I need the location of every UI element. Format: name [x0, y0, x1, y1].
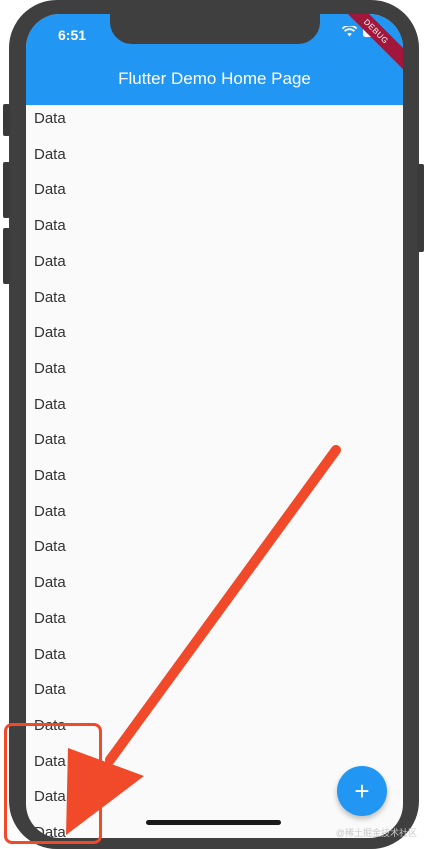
list-item: Data — [34, 217, 66, 235]
add-fab-button[interactable]: + — [337, 766, 387, 816]
list-item: Data — [34, 645, 66, 663]
list-item: Data — [34, 574, 66, 592]
app-bar: 6:51 Flutter Demo Home Page DEBUG — [26, 14, 403, 105]
list-item: Data — [34, 252, 66, 270]
list-item: Data — [34, 538, 66, 556]
watermark: @稀土掘金技术社区 — [335, 828, 417, 838]
list-item: Data — [34, 145, 66, 163]
list-item: Data — [34, 502, 66, 520]
list-item: Data — [34, 431, 66, 449]
list-item: Data — [34, 110, 66, 127]
page-title: Flutter Demo Home Page — [118, 69, 311, 88]
list-item: Data — [34, 324, 66, 342]
list-item: Data — [34, 181, 66, 199]
volume-down-button — [3, 228, 10, 284]
list-item: Data — [34, 288, 66, 306]
list-item: Data — [34, 467, 66, 484]
wifi-icon — [342, 26, 357, 37]
list-item: Data — [34, 395, 66, 413]
list-item: Data — [34, 681, 66, 699]
power-button — [417, 164, 424, 252]
mute-switch — [3, 104, 10, 136]
volume-up-button — [3, 162, 10, 218]
debug-banner: DEBUG — [331, 14, 403, 76]
home-indicator — [146, 820, 281, 825]
list-item: Data — [34, 609, 66, 627]
list-item: Data — [34, 359, 66, 377]
status-time: 6:51 — [58, 27, 87, 43]
highlight-box — [4, 723, 102, 844]
plus-icon: + — [354, 776, 370, 806]
screenshot: 6:51 Flutter Demo Home Page DEBUG Data D… — [0, 0, 429, 849]
notch — [110, 14, 320, 44]
phone-screen: 6:51 Flutter Demo Home Page DEBUG Data D… — [26, 14, 403, 838]
